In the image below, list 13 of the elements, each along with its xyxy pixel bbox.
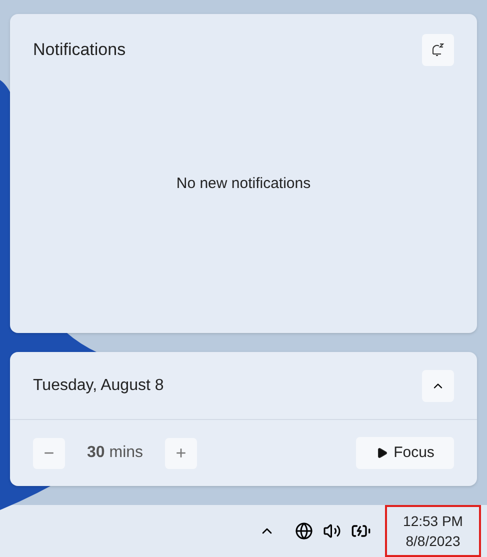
clock-button[interactable]: 12:53 PM 8/8/2023 xyxy=(385,505,481,557)
focus-duration: 30 mins xyxy=(87,443,144,463)
network-icon[interactable] xyxy=(295,522,313,540)
empty-message: No new notifications xyxy=(176,174,311,194)
focus-button[interactable]: Focus xyxy=(356,437,454,469)
bell-icon xyxy=(431,43,445,57)
panel-title: Notifications xyxy=(33,39,126,62)
increase-button[interactable]: + xyxy=(165,438,198,468)
decrease-button[interactable]: − xyxy=(33,438,65,468)
volume-icon[interactable] xyxy=(323,522,341,540)
play-icon xyxy=(376,447,388,459)
snooze-bell-button[interactable] xyxy=(422,34,454,66)
date-heading: Tuesday, August 8 xyxy=(33,376,164,396)
